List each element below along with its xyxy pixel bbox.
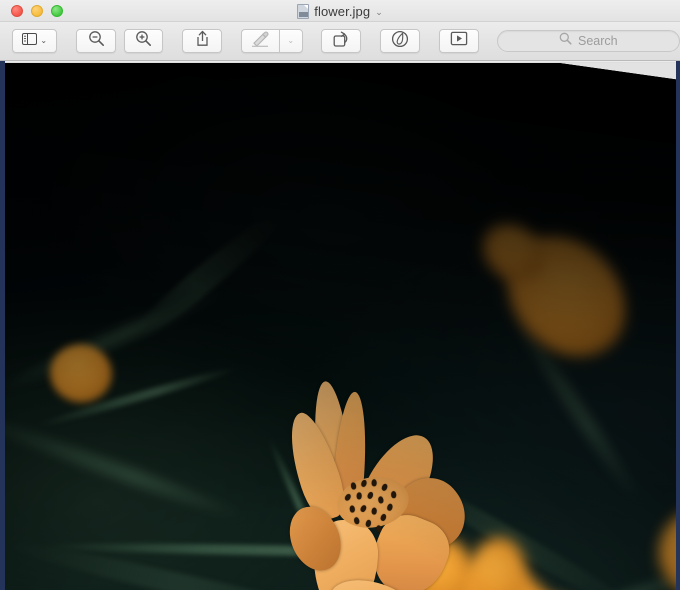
minimize-button[interactable]	[31, 5, 43, 17]
window-titlebar: flower.jpg ⌄	[0, 0, 680, 22]
close-button[interactable]	[11, 5, 23, 17]
search-icon	[559, 32, 572, 50]
window-toolbar: ⌄ ⌄ Search	[0, 22, 680, 61]
chevron-down-icon[interactable]: ⌄	[375, 7, 383, 17]
annotate-button[interactable]	[380, 29, 420, 53]
annotate-circle-icon	[391, 30, 409, 53]
preview-window: flower.jpg ⌄ ⌄ ⌄ Search	[0, 0, 680, 590]
window-title: flower.jpg	[314, 3, 371, 19]
slideshow-button[interactable]	[438, 29, 479, 53]
content-top-seam	[5, 61, 676, 63]
photo-vignette	[5, 61, 676, 590]
play-in-frame-icon	[450, 31, 468, 51]
rotate-left-button[interactable]	[321, 29, 362, 53]
jpeg-document-icon	[297, 3, 310, 19]
zoom-in-icon	[135, 30, 152, 52]
image-canvas[interactable]: wexd	[0, 61, 680, 590]
search-placeholder: Search	[577, 34, 618, 48]
zoom-out-icon	[88, 30, 105, 52]
sidebar-toggle-button[interactable]: ⌄	[12, 29, 58, 53]
search-input[interactable]: Search	[496, 30, 680, 52]
maximize-button[interactable]	[51, 5, 63, 17]
sidebar-icon	[22, 32, 38, 50]
chevron-down-icon: ⌄	[40, 36, 48, 45]
window-title-group: flower.jpg ⌄	[0, 0, 680, 22]
markup-pen-icon	[251, 30, 270, 52]
flower-photo[interactable]: wexd	[5, 61, 676, 590]
chevron-down-icon: ⌄	[287, 36, 295, 45]
markup-button[interactable]	[241, 29, 279, 53]
window-controls	[11, 5, 63, 17]
rotate-left-icon	[332, 30, 350, 53]
zoom-in-button[interactable]	[123, 29, 164, 53]
markup-options-button[interactable]: ⌄	[278, 29, 303, 53]
zoom-out-button[interactable]	[76, 29, 117, 53]
share-button[interactable]	[182, 29, 223, 53]
image-clip: wexd	[5, 61, 676, 590]
share-icon	[195, 30, 210, 52]
